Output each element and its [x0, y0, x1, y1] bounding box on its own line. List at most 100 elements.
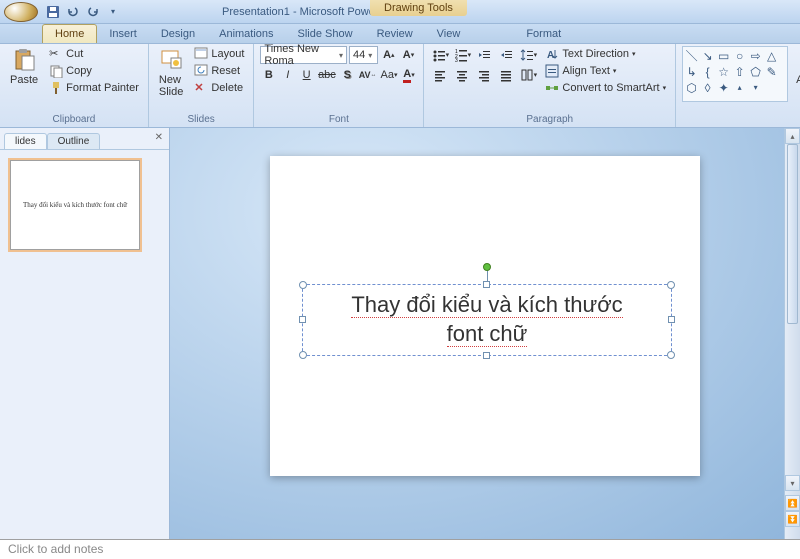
shape-arrow3-icon[interactable]: ⇧ — [733, 65, 746, 78]
shape-scribble-icon[interactable]: ✎ — [765, 65, 778, 78]
cut-button[interactable]: ✂Cut — [46, 46, 142, 62]
change-case-button[interactable]: Aa▾ — [380, 66, 399, 84]
tab-format[interactable]: Format — [514, 25, 573, 43]
text-direction-button[interactable]: AText Direction ▾ — [542, 46, 669, 62]
font-size-combo[interactable]: 44▾ — [349, 46, 378, 64]
resize-handle-ne[interactable] — [667, 281, 675, 289]
prev-slide-icon[interactable]: ⏫ — [785, 495, 800, 511]
new-slide-icon — [159, 48, 183, 72]
ribbon-tabs: Home Insert Design Animations Slide Show… — [0, 24, 800, 44]
shape-plus-icon[interactable]: ✦ — [717, 81, 730, 94]
arrange-button[interactable]: Arrange — [792, 46, 800, 88]
resize-handle-e[interactable] — [668, 316, 675, 323]
resize-handle-s[interactable] — [483, 352, 490, 359]
delete-button[interactable]: ✕Delete — [191, 80, 247, 96]
shape-rect-icon[interactable]: ▭ — [717, 49, 730, 62]
scroll-up-icon[interactable]: ▴ — [785, 128, 800, 144]
shape-triangle-icon[interactable]: △ — [765, 49, 778, 62]
group-label: Clipboard — [6, 114, 142, 126]
font-color-button[interactable]: A▾ — [401, 66, 418, 84]
shape-star-icon[interactable]: ☆ — [717, 65, 730, 78]
undo-icon[interactable] — [64, 3, 82, 21]
tab-animations[interactable]: Animations — [207, 25, 285, 43]
scroll-down-icon[interactable]: ▾ — [785, 475, 800, 491]
new-slide-button[interactable]: New Slide — [155, 46, 187, 100]
shape-brace-icon[interactable]: { — [701, 65, 714, 78]
title-text[interactable]: Thay đổi kiểu và kích thước font chữ — [351, 291, 622, 348]
char-spacing-button[interactable]: AV↔ — [358, 66, 378, 84]
redo-icon[interactable] — [84, 3, 102, 21]
shape-call-icon[interactable]: ◊ — [701, 81, 714, 94]
font-family-combo[interactable]: Times New Roma▾ — [260, 46, 347, 64]
grow-font-button[interactable]: A▴ — [380, 46, 398, 64]
numbering-button[interactable]: 123▾ — [452, 46, 472, 64]
resize-handle-sw[interactable] — [299, 351, 307, 359]
tab-insert[interactable]: Insert — [97, 25, 149, 43]
shape-oval-icon[interactable]: ○ — [733, 49, 746, 62]
panel-close-icon[interactable]: ✕ — [155, 132, 163, 143]
shapes-gallery[interactable]: ＼ ↘ ▭ ○ ⇨ △ ↳ { ☆ ⇧ ⬠ ✎ ⬡ ◊ ✦ ▴ ▾ — [682, 46, 788, 102]
slide-canvas[interactable]: Thay đổi kiểu và kích thước font chữ ▴ ▾… — [170, 128, 800, 539]
vertical-scrollbar[interactable]: ▴ ▾ ⏫ ⏬ — [784, 128, 800, 539]
shape-penta-icon[interactable]: ⬠ — [749, 65, 762, 78]
shape-connector-icon[interactable]: ↳ — [685, 65, 698, 78]
reset-button[interactable]: Reset — [191, 63, 247, 79]
paste-button[interactable]: Paste — [6, 46, 42, 88]
panel-tab-outline[interactable]: Outline — [47, 133, 101, 149]
shape-arrow2-icon[interactable]: ⇨ — [749, 49, 762, 62]
thumbnail-list[interactable]: Thay đổi kiểu và kích thước font chữ — [0, 150, 169, 539]
smartart-button[interactable]: Convert to SmartArt ▾ — [542, 80, 669, 96]
shadow-button[interactable]: S — [339, 66, 356, 84]
align-text-button[interactable]: Align Text ▾ — [542, 63, 669, 79]
panel-tab-slides[interactable]: lides — [4, 133, 47, 149]
next-slide-icon[interactable]: ⏬ — [785, 511, 800, 527]
copy-button[interactable]: Copy — [46, 63, 142, 79]
title-text-box[interactable]: Thay đổi kiểu và kích thước font chữ — [302, 284, 672, 356]
slide-thumbnail[interactable]: Thay đổi kiểu và kích thước font chữ — [10, 160, 140, 250]
tab-home[interactable]: Home — [42, 24, 97, 43]
tab-slideshow[interactable]: Slide Show — [286, 25, 365, 43]
italic-button[interactable]: I — [279, 66, 296, 84]
decrease-indent-button[interactable] — [474, 46, 494, 64]
resize-handle-w[interactable] — [299, 316, 306, 323]
line-spacing-button[interactable]: ▾ — [518, 46, 538, 64]
tab-view[interactable]: View — [425, 25, 473, 43]
underline-button[interactable]: U — [298, 66, 315, 84]
office-button[interactable] — [4, 2, 38, 22]
justify-button[interactable] — [496, 66, 516, 84]
resize-handle-se[interactable] — [667, 351, 675, 359]
group-label: Font — [260, 114, 417, 126]
increase-indent-button[interactable] — [496, 46, 516, 64]
align-right-button[interactable] — [474, 66, 494, 84]
align-center-button[interactable] — [452, 66, 472, 84]
shape-more2-icon[interactable]: ▾ — [749, 81, 762, 94]
bullets-button[interactable]: ▾ — [430, 46, 450, 64]
tab-review[interactable]: Review — [365, 25, 425, 43]
rotate-handle[interactable] — [483, 263, 491, 271]
align-left-button[interactable] — [430, 66, 450, 84]
save-icon[interactable] — [44, 3, 62, 21]
qat-more-icon[interactable]: ▾ — [104, 3, 122, 21]
shape-line-icon[interactable]: ＼ — [685, 49, 698, 62]
bold-button[interactable]: B — [260, 66, 277, 84]
shape-hex-icon[interactable]: ⬡ — [685, 81, 698, 94]
ribbon: Paste ✂Cut Copy Format Painter Clipboard… — [0, 44, 800, 128]
shrink-font-button[interactable]: A▾ — [400, 46, 418, 64]
tab-design[interactable]: Design — [149, 25, 207, 43]
slide[interactable]: Thay đổi kiểu và kích thước font chữ — [270, 156, 700, 476]
notes-pane[interactable]: Click to add notes — [0, 539, 800, 559]
scroll-thumb[interactable] — [787, 144, 798, 324]
slides-panel: lides Outline ✕ Thay đổi kiểu và kích th… — [0, 128, 170, 539]
resize-handle-nw[interactable] — [299, 281, 307, 289]
strike-button[interactable]: abc — [317, 66, 337, 84]
chevron-down-icon: ▾ — [368, 51, 372, 60]
format-painter-button[interactable]: Format Painter — [46, 80, 142, 96]
shape-more1-icon[interactable]: ▴ — [733, 81, 746, 94]
title-bar: ▾ Presentation1 - Microsoft PowerPoint D… — [0, 0, 800, 24]
layout-button[interactable]: Layout — [191, 46, 247, 62]
contextual-tab-label: Drawing Tools — [370, 0, 467, 16]
delete-icon: ✕ — [194, 81, 208, 95]
shape-arrow-icon[interactable]: ↘ — [701, 49, 714, 62]
columns-button[interactable]: ▾ — [518, 66, 538, 84]
resize-handle-n[interactable] — [483, 281, 490, 288]
